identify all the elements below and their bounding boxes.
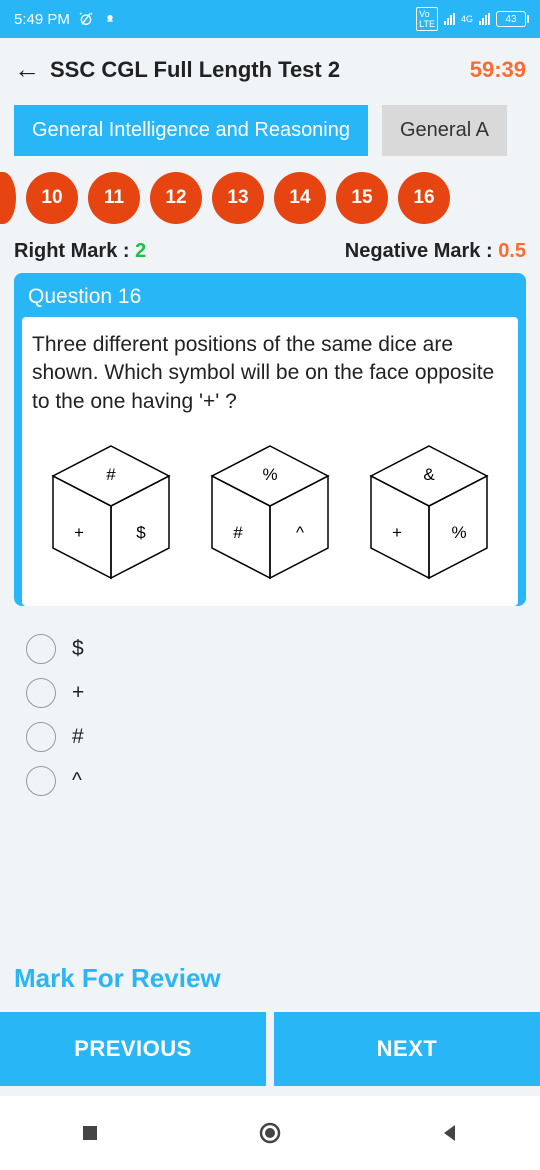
radio-icon[interactable] — [26, 678, 56, 708]
weather-icon — [102, 11, 118, 27]
negative-mark-value: 0.5 — [498, 240, 526, 262]
dice-1: # + $ — [41, 438, 181, 588]
next-button[interactable]: NEXT — [274, 1012, 540, 1086]
tab-general-awareness[interactable]: General A — [382, 105, 507, 156]
android-nav-bar — [0, 1096, 540, 1170]
option-label: $ — [72, 637, 84, 661]
nav-back-icon[interactable] — [438, 1121, 462, 1145]
bottom-buttons: PREVIOUS NEXT — [0, 1012, 540, 1086]
signal-icon-1 — [444, 13, 455, 25]
volte-icon: VoLTE — [416, 7, 438, 31]
app-header: ← SSC CGL Full Length Test 2 59:39 — [0, 38, 540, 95]
question-card: Question 16 Three different positions of… — [14, 273, 526, 606]
status-time: 5:49 PM — [14, 11, 70, 28]
marks-row: Right Mark : 2 Negative Mark : 0.5 — [0, 234, 540, 273]
question-number[interactable]: 12 — [150, 172, 202, 224]
question-number[interactable]: 11 — [88, 172, 140, 224]
page-title: SSC CGL Full Length Test 2 — [50, 57, 460, 83]
right-mark-label: Right Mark : — [14, 240, 135, 262]
svg-text:%: % — [451, 523, 466, 542]
question-text: Three different positions of the same di… — [32, 331, 508, 416]
radio-icon[interactable] — [26, 766, 56, 796]
option-1[interactable]: $ — [26, 634, 514, 664]
option-label: ^ — [72, 769, 82, 793]
question-number[interactable]: 10 — [26, 172, 78, 224]
dice-figure: # + $ % # ^ — [32, 438, 508, 588]
question-number[interactable]: 13 — [212, 172, 264, 224]
back-arrow-icon[interactable]: ← — [14, 54, 40, 85]
alarm-off-icon — [78, 11, 94, 27]
radio-icon[interactable] — [26, 634, 56, 664]
status-bar: 5:49 PM VoLTE 4G 43 — [0, 0, 540, 38]
svg-text:+: + — [392, 523, 402, 542]
option-label: + — [72, 681, 84, 705]
svg-text:+: + — [74, 523, 84, 542]
mark-for-review-button[interactable]: Mark For Review — [0, 963, 235, 1000]
battery-icon: 43 — [496, 11, 526, 27]
option-4[interactable]: ^ — [26, 766, 514, 796]
section-tabs: General Intelligence and Reasoning Gener… — [0, 95, 540, 160]
question-number[interactable]: 14 — [274, 172, 326, 224]
option-label: # — [72, 725, 84, 749]
dice-2: % # ^ — [200, 438, 340, 588]
options-list: $ + # ^ — [0, 614, 540, 830]
right-mark-value: 2 — [135, 240, 146, 262]
svg-text:#: # — [233, 523, 243, 542]
svg-text:%: % — [262, 465, 277, 484]
question-number[interactable]: 15 — [336, 172, 388, 224]
question-number-strip[interactable]: 10 11 12 13 14 15 16 — [0, 160, 540, 234]
nav-home-icon[interactable] — [258, 1121, 282, 1145]
question-label: Question 16 — [14, 273, 526, 317]
question-number[interactable]: 16 — [398, 172, 450, 224]
svg-text:^: ^ — [296, 523, 304, 542]
svg-text:$: $ — [137, 523, 147, 542]
tab-general-intelligence[interactable]: General Intelligence and Reasoning — [14, 105, 368, 156]
option-2[interactable]: + — [26, 678, 514, 708]
negative-mark-label: Negative Mark : — [345, 240, 498, 262]
question-number[interactable] — [0, 172, 16, 224]
svg-text:#: # — [107, 465, 117, 484]
dice-3: & + % — [359, 438, 499, 588]
timer: 59:39 — [470, 57, 526, 83]
radio-icon[interactable] — [26, 722, 56, 752]
option-3[interactable]: # — [26, 722, 514, 752]
nav-recent-icon[interactable] — [78, 1121, 102, 1145]
previous-button[interactable]: PREVIOUS — [0, 1012, 266, 1086]
signal-icon-2 — [479, 13, 490, 25]
svg-text:&: & — [423, 465, 435, 484]
network-4g-icon: 4G — [461, 14, 473, 24]
